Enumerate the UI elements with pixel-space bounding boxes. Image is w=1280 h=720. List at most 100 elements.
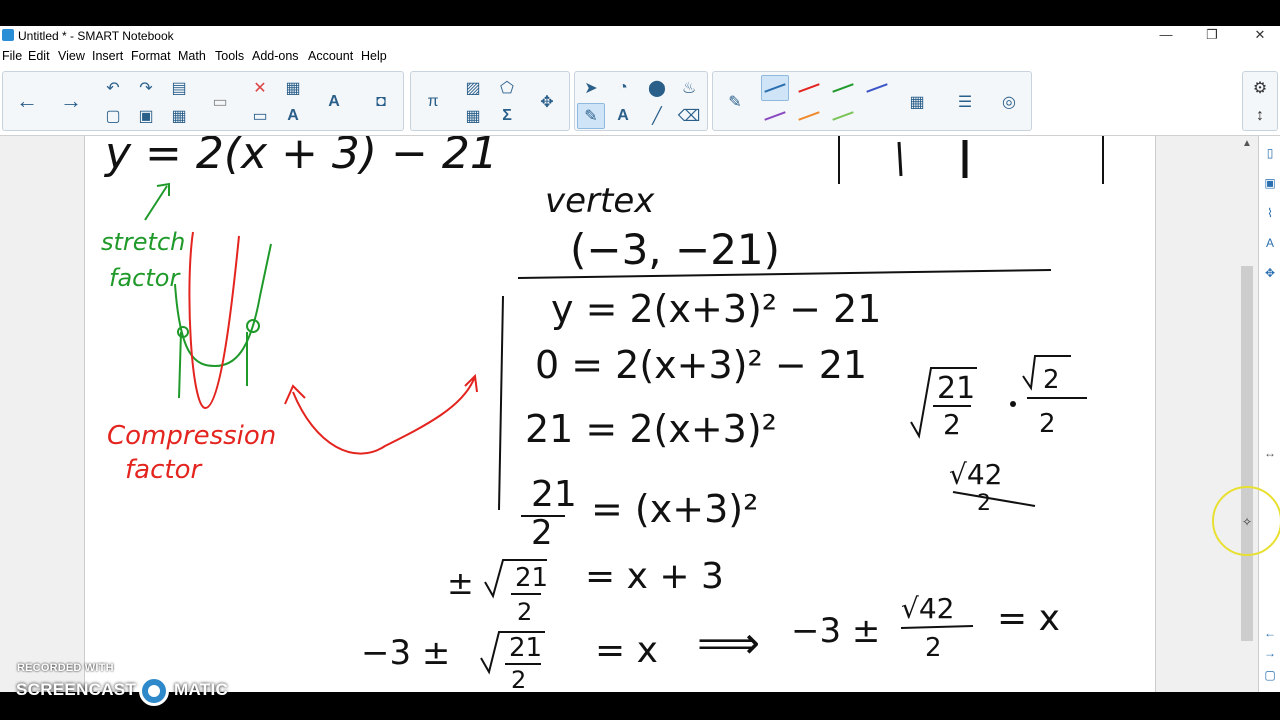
- page-sorter-icon[interactable]: ▯: [1262, 146, 1278, 162]
- properties-icon[interactable]: A: [1262, 236, 1278, 252]
- step-5-numerator: 21: [515, 563, 548, 593]
- pen-lightgreen[interactable]: [829, 103, 857, 129]
- eraser-icon[interactable]: ⌫: [675, 103, 703, 129]
- add-page-icon[interactable]: ▢: [1262, 668, 1278, 684]
- scroll-up-icon[interactable]: ▲: [1241, 138, 1253, 150]
- new-page-icon[interactable]: ▢: [99, 103, 127, 129]
- delete-icon[interactable]: ✕: [246, 75, 274, 101]
- step-3: 21 = 2(x+3)²: [525, 407, 777, 451]
- line-style-icon[interactable]: ☰: [951, 89, 979, 115]
- step-5-denominator: 2: [517, 598, 532, 626]
- text-color-icon[interactable]: A: [320, 89, 348, 115]
- step-5-pm: ±: [447, 564, 474, 602]
- notebook-page[interactable]: y = 2(x + 3) − 21 vertex (−3, −21) stret…: [84, 136, 1156, 692]
- addons-tab-icon[interactable]: ✥: [1262, 266, 1278, 282]
- gear-icon[interactable]: ⚙: [1246, 75, 1274, 101]
- menu-format[interactable]: Format: [131, 49, 171, 63]
- menu-math[interactable]: Math: [178, 49, 206, 63]
- save-icon[interactable]: ▦: [165, 103, 193, 129]
- redo-icon[interactable]: ↷: [132, 75, 160, 101]
- stretch-label-2: factor: [109, 264, 181, 292]
- magic-pen-icon[interactable]: ♨: [675, 75, 703, 101]
- line-icon[interactable]: ╱: [643, 103, 671, 129]
- main-toolbar: ← → ↶ ↷ ▤ ▢ ▣ ▦ ▭ ✕ ▦ ▭ A A ◘ π ▨ ⬠ ▦ Σ …: [0, 66, 1280, 136]
- vertex-value: (−3, −21): [570, 225, 780, 274]
- minimize-button[interactable]: —: [1156, 27, 1176, 42]
- pen-purple[interactable]: [761, 103, 789, 129]
- shape-icon[interactable]: ⬠: [493, 75, 521, 101]
- step-4-rhs: = (x+3)²: [591, 487, 758, 531]
- pens-icon[interactable]: ✎: [577, 103, 605, 129]
- menu-tools[interactable]: Tools: [215, 49, 244, 63]
- menu-help[interactable]: Help: [361, 49, 387, 63]
- answer-denominator: 2: [925, 633, 942, 663]
- step-6-denominator: 2: [511, 666, 526, 692]
- resize-icon[interactable]: ↔: [1262, 446, 1278, 462]
- pi-icon[interactable]: π: [419, 89, 447, 115]
- top-equation: y = 2(x + 3) − 21: [103, 136, 498, 179]
- forward-arrow-icon[interactable]: →: [51, 73, 91, 129]
- watermark-line2b: MATIC: [174, 680, 229, 699]
- undo-icon[interactable]: ↶: [99, 75, 127, 101]
- workspace: y = 2(x + 3) − 21 vertex (−3, −21) stret…: [0, 136, 1280, 692]
- scroll-thumb[interactable]: [1241, 266, 1253, 641]
- compression-label-2: factor: [125, 455, 203, 485]
- text-tool-icon[interactable]: A: [609, 103, 637, 129]
- app-icon: [2, 29, 14, 41]
- pen-blue-2[interactable]: [863, 75, 891, 101]
- restore-button[interactable]: ❐: [1202, 27, 1222, 43]
- pen-type-icon[interactable]: ✎: [721, 89, 749, 115]
- green-arrow: [144, 182, 170, 221]
- vertex-label: vertex: [545, 181, 655, 221]
- menu-insert[interactable]: Insert: [92, 49, 123, 63]
- fill-icon[interactable]: ⬤: [643, 75, 671, 101]
- box-mark-1: [897, 141, 903, 177]
- add-on-icon[interactable]: ✥: [533, 89, 561, 115]
- toolbar-position-icon[interactable]: ↕: [1246, 103, 1274, 129]
- shapes-icon[interactable]: ◔: [609, 75, 637, 101]
- gallery-icon[interactable]: ▣: [1262, 176, 1278, 192]
- close-button[interactable]: ✕: [1250, 27, 1270, 43]
- move-left-icon[interactable]: ←: [1262, 626, 1278, 642]
- select-icon[interactable]: ➤: [577, 75, 605, 101]
- clipboard-icon[interactable]: ▭: [206, 89, 234, 115]
- menu-bar: File Edit View Insert Format Math Tools …: [0, 46, 1280, 66]
- pen-red-1[interactable]: [795, 75, 823, 101]
- paste-icon[interactable]: ▤: [165, 75, 193, 101]
- vertical-divider: [498, 295, 504, 511]
- menu-view[interactable]: View: [58, 49, 85, 63]
- menu-file[interactable]: File: [2, 49, 22, 63]
- menu-addons[interactable]: Add-ons: [252, 49, 299, 63]
- toolbar-group-file: ← → ↶ ↷ ▤ ▢ ▣ ▦ ▭ ✕ ▦ ▭ A A ◘: [2, 71, 404, 131]
- implies-arrow: ⟹: [697, 618, 760, 669]
- top-black-bar: [0, 0, 1280, 26]
- side-mult-den: 2: [1039, 409, 1056, 439]
- side-result-bar: [952, 491, 1036, 507]
- move-right-icon[interactable]: →: [1262, 646, 1278, 662]
- multiply-dot: [1010, 401, 1016, 407]
- screen-shade-icon[interactable]: ▭: [246, 103, 274, 129]
- menu-account[interactable]: Account: [308, 49, 353, 63]
- side-fraction-den: 2: [943, 408, 961, 441]
- toolbar-group-math: π ▨ ⬠ ▦ Σ ✥: [410, 71, 570, 131]
- vertical-scrollbar[interactable]: ▲: [1238, 136, 1256, 692]
- step-4-numerator: 21: [531, 474, 577, 515]
- pen-orange[interactable]: [795, 103, 823, 129]
- camera-icon[interactable]: ◘: [367, 89, 395, 115]
- menu-edit[interactable]: Edit: [28, 49, 50, 63]
- side-tab-bar: ▯ ▣ ⌇ A ✥ ↔ ← → ▢: [1258, 136, 1280, 692]
- back-arrow-icon[interactable]: ←: [7, 73, 47, 129]
- step-4-denominator: 2: [531, 513, 553, 553]
- fill-effects-icon[interactable]: ◎: [995, 89, 1023, 115]
- attachments-icon[interactable]: ⌇: [1262, 206, 1278, 222]
- color-palette-icon[interactable]: ▦: [903, 89, 931, 115]
- pen-blue-1[interactable]: [761, 75, 789, 101]
- text-properties-icon[interactable]: A: [279, 103, 307, 129]
- sigma-icon[interactable]: Σ: [493, 103, 521, 129]
- graph-icon[interactable]: ▨: [459, 75, 487, 101]
- table-math-icon[interactable]: ▦: [459, 103, 487, 129]
- pen-green-1[interactable]: [829, 75, 857, 101]
- delete-page-icon[interactable]: ▣: [132, 103, 160, 129]
- cursor-icon: ✧: [1242, 515, 1253, 529]
- table-icon[interactable]: ▦: [279, 75, 307, 101]
